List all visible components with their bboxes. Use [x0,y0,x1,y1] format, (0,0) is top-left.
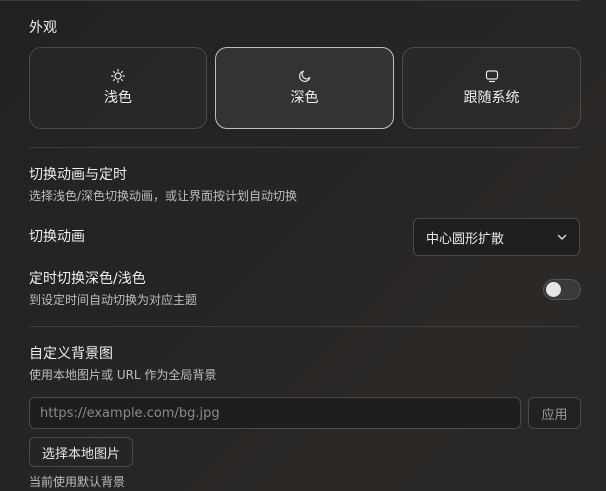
theme-option-system[interactable]: 跟随系统 [402,47,581,129]
select-value: 中心圆形扩散 [426,231,505,247]
animation-description: 选择浅色/深色切换动画，或让界面按计划自动切换 [29,189,298,203]
switch-animation-select[interactable]: 中心圆形扩散 [413,218,580,256]
sun-icon [110,68,126,84]
switch-animation-label: 切换动画 [29,229,85,245]
theme-option-label: 跟随系统 [463,90,520,106]
theme-option-light[interactable]: 浅色 [29,47,207,129]
section-divider [29,326,580,327]
moon-icon [297,68,313,84]
top-divider [0,0,580,1]
schedule-toggle[interactable] [543,279,581,300]
animation-title: 切换动画与定时 [29,167,127,183]
theme-option-dark[interactable]: 深色 [215,47,394,129]
section-divider [29,147,580,148]
schedule-label: 定时切换深色/浅色 [29,271,146,287]
choose-local-image-button[interactable]: 选择本地图片 [29,437,133,467]
background-status: 当前使用默认背景 [29,475,126,489]
schedule-description: 到设定时间自动切换为对应主题 [29,293,198,307]
theme-option-label: 深色 [290,90,319,106]
toggle-knob [546,282,561,297]
background-description: 使用本地图片或 URL 作为全局背景 [29,368,217,382]
theme-option-label: 浅色 [104,90,132,106]
chevron-down-icon [555,230,569,244]
background-title: 自定义背景图 [29,346,113,362]
monitor-icon [484,68,500,84]
appearance-title: 外观 [29,20,57,36]
apply-button[interactable]: 应用 [528,397,581,429]
background-url-input[interactable] [29,397,521,429]
